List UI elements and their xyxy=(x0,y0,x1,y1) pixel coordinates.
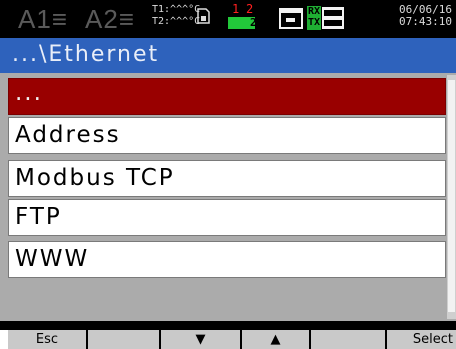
network-icon xyxy=(322,7,344,29)
menu-item-ftp[interactable]: FTP xyxy=(8,199,446,236)
channel-percent: 2% xyxy=(250,16,264,29)
alarm-1-indicator: A1≡ xyxy=(18,4,68,34)
status-bar: A1≡ A2≡ T1:^^^°C T2:^^^°C 1 2 2% RX TX 0… xyxy=(0,0,456,38)
scroll-up-button[interactable]: ▲ xyxy=(242,330,311,349)
date-display: 06/06/16 xyxy=(399,3,452,16)
channel-2-indicator: 2 xyxy=(246,2,254,16)
menu-item-modbus-tcp[interactable]: Modbus TCP xyxy=(8,160,446,197)
softkey-5-blank[interactable] xyxy=(311,330,387,349)
page-title: ...\Ethernet xyxy=(12,42,160,67)
tx-label: TX xyxy=(308,17,321,28)
scroll-down-button[interactable]: ▼ xyxy=(161,330,242,349)
menu-item-parent[interactable]: ... xyxy=(8,78,446,115)
menu-item-address[interactable]: Address xyxy=(8,117,446,154)
menu-item-label: ... xyxy=(15,80,43,106)
select-button[interactable]: Select xyxy=(387,330,456,349)
title-bar: ...\Ethernet xyxy=(0,38,456,73)
menu-item-label: WWW xyxy=(15,246,90,272)
menu-item-www[interactable]: WWW xyxy=(8,241,446,278)
channel-1-indicator: 1 xyxy=(232,2,240,16)
menu-item-label: Modbus TCP xyxy=(15,165,175,191)
temperature-1-readout: T1:^^^°C xyxy=(152,4,201,15)
temperature-2-readout: T2:^^^°C xyxy=(152,16,201,27)
memory-card-icon xyxy=(197,8,210,24)
softkey-2-blank[interactable] xyxy=(88,330,161,349)
menu-item-label: FTP xyxy=(15,204,62,230)
alarm-2-indicator: A2≡ xyxy=(85,4,135,34)
display-icon xyxy=(279,8,303,29)
rx-label: RX xyxy=(308,6,321,17)
esc-button[interactable]: Esc xyxy=(8,330,88,349)
scrollbar-thumb[interactable] xyxy=(448,80,455,312)
menu-item-label: Address xyxy=(15,122,121,148)
time-display: 07:43:10 xyxy=(399,15,452,28)
